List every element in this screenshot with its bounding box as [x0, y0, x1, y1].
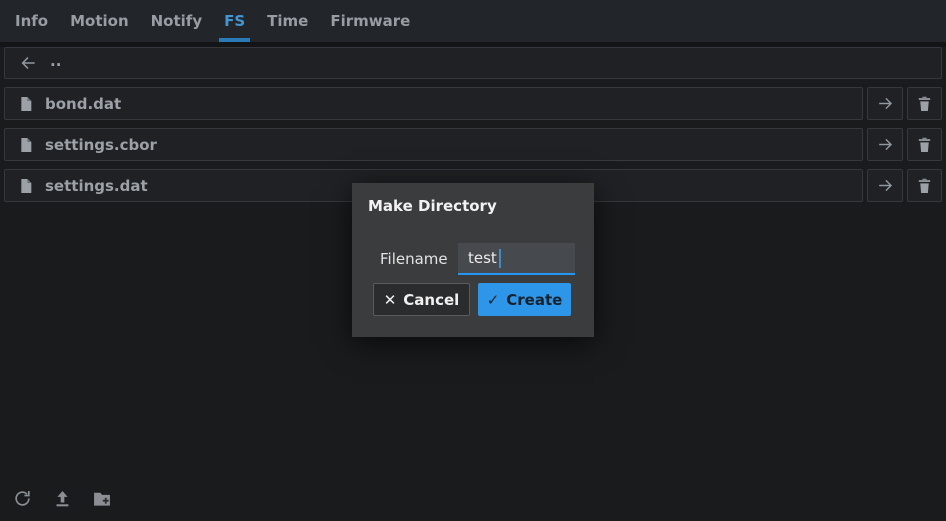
up-directory-label: .. — [50, 52, 61, 70]
tab-time[interactable]: Time — [256, 0, 319, 42]
close-icon: ✕ — [384, 291, 397, 309]
filename-label: Filename — [380, 250, 448, 268]
delete-file-button[interactable] — [907, 87, 942, 120]
make-directory-button[interactable] — [92, 488, 112, 509]
new-folder-icon — [92, 489, 112, 509]
file-name: settings.dat — [45, 177, 148, 195]
delete-file-button[interactable] — [907, 128, 942, 161]
tab-info-label: Info — [15, 12, 48, 30]
file-row[interactable]: bond.dat — [4, 87, 863, 120]
trash-icon — [916, 177, 933, 194]
footer-toolbar — [12, 488, 112, 509]
file-icon — [18, 136, 34, 154]
checkmark-icon: ✓ — [487, 291, 500, 309]
trash-icon — [916, 136, 933, 153]
file-name: bond.dat — [45, 95, 121, 113]
cancel-button[interactable]: ✕ Cancel — [373, 283, 470, 316]
tab-notify[interactable]: Notify — [140, 0, 213, 42]
refresh-button[interactable] — [12, 488, 32, 509]
file-name: settings.cbor — [45, 136, 157, 154]
delete-file-button[interactable] — [907, 169, 942, 202]
tab-notify-label: Notify — [151, 12, 202, 30]
text-cursor — [499, 249, 501, 268]
filename-input[interactable] — [458, 243, 575, 275]
open-file-button[interactable] — [867, 169, 903, 202]
make-directory-dialog: Make Directory Filename ✕ Cancel ✓ Creat… — [352, 183, 594, 337]
back-arrow-icon — [18, 53, 38, 73]
tab-firmware[interactable]: Firmware — [319, 0, 421, 42]
up-directory-row[interactable]: .. — [4, 47, 942, 79]
trash-icon — [916, 95, 933, 112]
file-row[interactable]: settings.cbor — [4, 128, 863, 161]
file-icon — [18, 95, 34, 113]
create-button[interactable]: ✓ Create — [478, 283, 571, 316]
arrow-right-icon — [876, 94, 895, 113]
dialog-title: Make Directory — [368, 197, 497, 215]
open-file-button[interactable] — [867, 128, 903, 161]
arrow-right-icon — [876, 135, 895, 154]
tab-firmware-label: Firmware — [330, 12, 410, 30]
upload-button[interactable] — [52, 488, 72, 509]
tab-motion-label: Motion — [70, 12, 129, 30]
upload-icon — [53, 489, 72, 508]
open-file-button[interactable] — [867, 87, 903, 120]
tab-motion[interactable]: Motion — [59, 0, 140, 42]
create-button-label: Create — [506, 291, 562, 309]
tab-time-label: Time — [267, 12, 308, 30]
tab-fs-label: FS — [224, 12, 245, 30]
tab-info[interactable]: Info — [4, 0, 59, 42]
tab-fs[interactable]: FS — [213, 0, 256, 42]
tab-bar: Info Motion Notify FS Time Firmware — [0, 0, 946, 42]
cancel-button-label: Cancel — [403, 291, 459, 309]
arrow-right-icon — [876, 176, 895, 195]
refresh-icon — [13, 489, 32, 508]
file-icon — [18, 177, 34, 195]
